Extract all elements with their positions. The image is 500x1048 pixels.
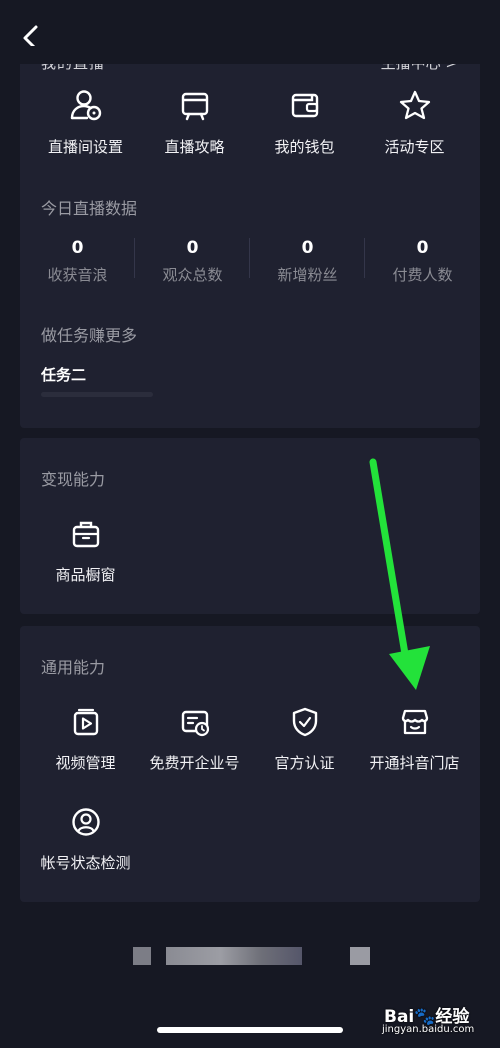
home-indicator xyxy=(157,1027,343,1033)
green-annotation-arrow xyxy=(369,458,430,690)
watermark-site: jingyan.baidu.com xyxy=(382,1024,475,1035)
